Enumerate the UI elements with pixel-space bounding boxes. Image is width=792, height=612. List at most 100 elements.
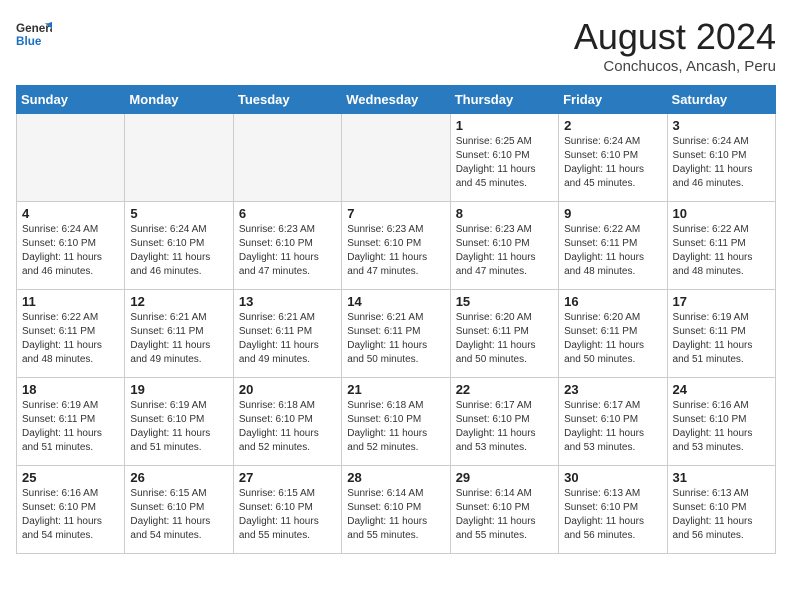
day-number: 30 <box>564 470 661 485</box>
day-number: 25 <box>22 470 119 485</box>
day-info: Sunrise: 6:21 AM Sunset: 6:11 PM Dayligh… <box>347 311 444 367</box>
day-number: 20 <box>239 382 336 397</box>
day-number: 7 <box>347 206 444 221</box>
day-cell: 14 Sunrise: 6:21 AM Sunset: 6:11 PM Dayli… <box>342 290 450 378</box>
day-cell: 1 Sunrise: 6:25 AM Sunset: 6:10 PM Daylig… <box>450 114 558 202</box>
week-row-3: 11 Sunrise: 6:22 AM Sunset: 6:11 PM Dayli… <box>17 290 776 378</box>
day-info: Sunrise: 6:21 AM Sunset: 6:11 PM Dayligh… <box>130 311 227 367</box>
day-cell: 3Sunrise: 6:24 AM Sunset: 6:10 PM Daylig… <box>667 114 775 202</box>
day-cell: 22 Sunrise: 6:17 AM Sunset: 6:10 PM Dayli… <box>450 378 558 466</box>
day-info: Sunrise: 6:17 AM Sunset: 6:10 PM Dayligh… <box>564 399 661 455</box>
day-cell: 10 Sunrise: 6:22 AM Sunset: 6:11 PM Dayli… <box>667 202 775 290</box>
day-info: Sunrise: 6:16 AM Sunset: 6:10 PM Dayligh… <box>22 487 119 543</box>
day-cell: 11 Sunrise: 6:22 AM Sunset: 6:11 PM Dayli… <box>17 290 125 378</box>
week-row-2: 4 Sunrise: 6:24 AM Sunset: 6:10 PM Daylig… <box>17 202 776 290</box>
header-cell-wednesday: Wednesday <box>342 86 450 114</box>
day-info: Sunrise: 6:24 AM Sunset: 6:10 PM Dayligh… <box>564 135 661 191</box>
logo-icon: General Blue <box>16 16 52 52</box>
day-number: 12 <box>130 294 227 309</box>
day-info: Sunrise: 6:23 AM Sunset: 6:10 PM Dayligh… <box>456 223 553 279</box>
day-cell: 23 Sunrise: 6:17 AM Sunset: 6:10 PM Dayli… <box>559 378 667 466</box>
header-cell-thursday: Thursday <box>450 86 558 114</box>
day-info: Sunrise: 6:20 AM Sunset: 6:11 PM Dayligh… <box>456 311 553 367</box>
day-cell: 30Sunrise: 6:13 AM Sunset: 6:10 PM Dayli… <box>559 466 667 554</box>
day-info: Sunrise: 6:25 AM Sunset: 6:10 PM Dayligh… <box>456 135 553 191</box>
day-number: 27 <box>239 470 336 485</box>
day-number: 16 <box>564 294 661 309</box>
title-block: August 2024 Conchucos, Ancash, Peru <box>574 16 776 75</box>
day-cell: 12 Sunrise: 6:21 AM Sunset: 6:11 PM Dayli… <box>125 290 233 378</box>
day-info: Sunrise: 6:20 AM Sunset: 6:11 PM Dayligh… <box>564 311 661 367</box>
day-cell: 17 Sunrise: 6:19 AM Sunset: 6:11 PM Dayli… <box>667 290 775 378</box>
day-number: 26 <box>130 470 227 485</box>
week-row-4: 18 Sunrise: 6:19 AM Sunset: 6:11 PM Dayli… <box>17 378 776 466</box>
day-cell: 7 Sunrise: 6:23 AM Sunset: 6:10 PM Daylig… <box>342 202 450 290</box>
day-number: 31 <box>673 470 770 485</box>
day-number: 2 <box>564 118 661 133</box>
day-number: 1 <box>456 118 553 133</box>
day-number: 15 <box>456 294 553 309</box>
day-info: Sunrise: 6:23 AM Sunset: 6:10 PM Dayligh… <box>347 223 444 279</box>
header-cell-monday: Monday <box>125 86 233 114</box>
day-number: 9 <box>564 206 661 221</box>
day-number: 3 <box>673 118 770 133</box>
day-number: 24 <box>673 382 770 397</box>
day-cell <box>342 114 450 202</box>
day-info: Sunrise: 6:19 AM Sunset: 6:11 PM Dayligh… <box>673 311 770 367</box>
day-info: Sunrise: 6:17 AM Sunset: 6:10 PM Dayligh… <box>456 399 553 455</box>
header-row: SundayMondayTuesdayWednesdayThursdayFrid… <box>17 86 776 114</box>
day-cell: 18 Sunrise: 6:19 AM Sunset: 6:11 PM Dayli… <box>17 378 125 466</box>
day-cell: 26 Sunrise: 6:15 AM Sunset: 6:10 PM Dayli… <box>125 466 233 554</box>
day-info: Sunrise: 6:22 AM Sunset: 6:11 PM Dayligh… <box>564 223 661 279</box>
day-number: 17 <box>673 294 770 309</box>
day-number: 21 <box>347 382 444 397</box>
day-info: Sunrise: 6:18 AM Sunset: 6:10 PM Dayligh… <box>239 399 336 455</box>
day-cell: 13Sunrise: 6:21 AM Sunset: 6:11 PM Dayli… <box>233 290 341 378</box>
day-cell <box>125 114 233 202</box>
day-cell: 6 Sunrise: 6:23 AM Sunset: 6:10 PM Daylig… <box>233 202 341 290</box>
day-info: Sunrise: 6:14 AM Sunset: 6:10 PM Dayligh… <box>347 487 444 543</box>
day-cell: 31 Sunrise: 6:13 AM Sunset: 6:10 PM Dayli… <box>667 466 775 554</box>
day-info: Sunrise: 6:24 AM Sunset: 6:10 PM Dayligh… <box>22 223 119 279</box>
day-info: Sunrise: 6:15 AM Sunset: 6:10 PM Dayligh… <box>239 487 336 543</box>
day-info: Sunrise: 6:23 AM Sunset: 6:10 PM Dayligh… <box>239 223 336 279</box>
day-cell: 28 Sunrise: 6:14 AM Sunset: 6:10 PM Dayli… <box>342 466 450 554</box>
day-number: 4 <box>22 206 119 221</box>
day-number: 6 <box>239 206 336 221</box>
day-number: 13 <box>239 294 336 309</box>
day-info: Sunrise: 6:13 AM Sunset: 6:10 PM Dayligh… <box>673 487 770 543</box>
day-number: 28 <box>347 470 444 485</box>
day-cell: 21 Sunrise: 6:18 AM Sunset: 6:10 PM Dayli… <box>342 378 450 466</box>
day-info: Sunrise: 6:15 AM Sunset: 6:10 PM Dayligh… <box>130 487 227 543</box>
day-cell: 4 Sunrise: 6:24 AM Sunset: 6:10 PM Daylig… <box>17 202 125 290</box>
day-number: 19 <box>130 382 227 397</box>
day-cell: 29Sunrise: 6:14 AM Sunset: 6:10 PM Dayli… <box>450 466 558 554</box>
day-info: Sunrise: 6:19 AM Sunset: 6:11 PM Dayligh… <box>22 399 119 455</box>
day-cell: 20 Sunrise: 6:18 AM Sunset: 6:10 PM Dayli… <box>233 378 341 466</box>
day-number: 29 <box>456 470 553 485</box>
day-number: 5 <box>130 206 227 221</box>
week-row-5: 25 Sunrise: 6:16 AM Sunset: 6:10 PM Dayli… <box>17 466 776 554</box>
day-number: 8 <box>456 206 553 221</box>
day-number: 14 <box>347 294 444 309</box>
day-cell: 2 Sunrise: 6:24 AM Sunset: 6:10 PM Daylig… <box>559 114 667 202</box>
week-row-1: 1 Sunrise: 6:25 AM Sunset: 6:10 PM Daylig… <box>17 114 776 202</box>
day-cell: 5 Sunrise: 6:24 AM Sunset: 6:10 PM Daylig… <box>125 202 233 290</box>
day-number: 22 <box>456 382 553 397</box>
day-number: 18 <box>22 382 119 397</box>
day-info: Sunrise: 6:18 AM Sunset: 6:10 PM Dayligh… <box>347 399 444 455</box>
day-number: 10 <box>673 206 770 221</box>
day-number: 23 <box>564 382 661 397</box>
day-info: Sunrise: 6:22 AM Sunset: 6:11 PM Dayligh… <box>673 223 770 279</box>
day-number: 11 <box>22 294 119 309</box>
header-cell-tuesday: Tuesday <box>233 86 341 114</box>
logo: General Blue <box>16 16 52 52</box>
day-cell: 15 Sunrise: 6:20 AM Sunset: 6:11 PM Dayli… <box>450 290 558 378</box>
header-cell-saturday: Saturday <box>667 86 775 114</box>
day-cell: 16 Sunrise: 6:20 AM Sunset: 6:11 PM Dayli… <box>559 290 667 378</box>
day-info: Sunrise: 6:22 AM Sunset: 6:11 PM Dayligh… <box>22 311 119 367</box>
calendar-header: General Blue August 2024 Conchucos, Anca… <box>16 16 776 75</box>
calendar-table: SundayMondayTuesdayWednesdayThursdayFrid… <box>16 85 776 554</box>
day-info: Sunrise: 6:24 AM Sunset: 6:10 PM Dayligh… <box>130 223 227 279</box>
header-cell-friday: Friday <box>559 86 667 114</box>
